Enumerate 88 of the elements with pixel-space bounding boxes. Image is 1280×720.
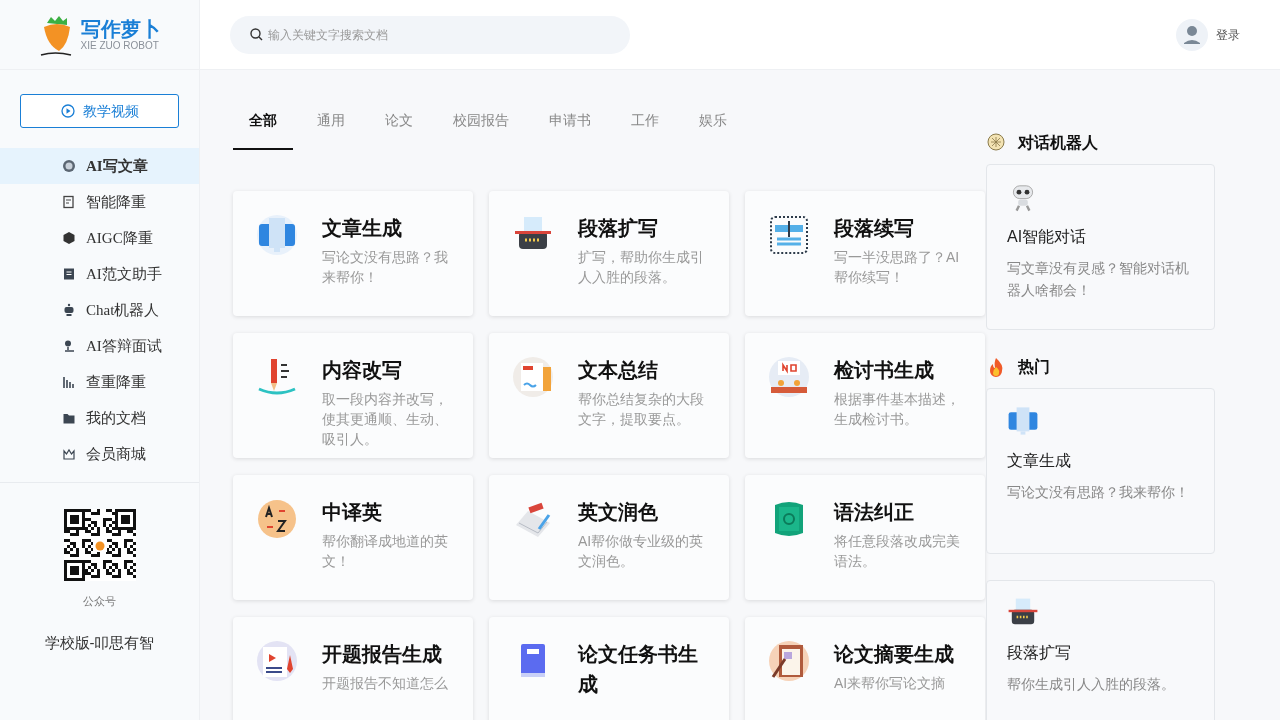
clipboard-icon xyxy=(769,641,809,681)
crown-icon xyxy=(62,447,76,461)
card-description: 扩写，帮助你生成引人入胜的段落。 xyxy=(578,248,705,287)
sidebar-item[interactable]: 我的文档 xyxy=(0,400,199,436)
card-description: 帮你总结复杂的大段文字，提取要点。 xyxy=(578,390,705,429)
section-heading: 对话机器人 xyxy=(1018,133,1098,153)
sidebar-item[interactable]: AI答辩面试 xyxy=(0,328,199,364)
card-title: 段落扩写 xyxy=(1007,643,1072,663)
qr-caption: 公众号 xyxy=(83,594,116,609)
card-description: 帮你翻译成地道的英文！ xyxy=(322,532,449,571)
category-tab[interactable]: 通用 xyxy=(301,102,361,150)
card-description: 取一段内容并改写，使其更通顺、生动、吸引人。 xyxy=(322,390,449,449)
card-description: AI来帮你写论文摘 xyxy=(834,674,947,693)
category-tab[interactable]: 论文 xyxy=(369,102,429,150)
card-description: 写论文没有思路？我来帮你！ xyxy=(1007,483,1190,502)
document-icon xyxy=(62,195,76,209)
card-title: 英文润色 xyxy=(578,500,659,525)
category-tab[interactable]: 全部 xyxy=(233,102,293,150)
bar-chart-icon xyxy=(62,375,76,389)
card-title: 文章生成 xyxy=(1007,451,1072,471)
card-description: 写论文没有思路？我来帮你！ xyxy=(322,248,449,287)
sidebar-item[interactable]: 智能降重 xyxy=(0,184,199,220)
card-description: 写一半没思路了？AI帮你续写！ xyxy=(834,248,961,287)
summary-doc-icon xyxy=(513,357,553,397)
tool-card[interactable]: 英文润色 AI帮你做专业级的英文润色。 xyxy=(489,475,729,600)
card-title: 段落扩写 xyxy=(578,216,659,241)
sidebar-item[interactable]: 查重降重 xyxy=(0,364,199,400)
category-tab[interactable]: 工作 xyxy=(615,102,675,150)
sidebar-item[interactable]: AI写文章 xyxy=(0,148,199,184)
tool-card[interactable]: 中译英 帮你翻译成地道的英文！ xyxy=(233,475,473,600)
feature-card[interactable]: 文章生成 写论文没有思路？我来帮你！ xyxy=(986,388,1215,554)
card-title: 段落续写 xyxy=(834,216,915,241)
card-title: 开题报告生成 xyxy=(322,642,443,667)
section-heading: 热门 xyxy=(1018,357,1050,377)
ai-badge-icon xyxy=(62,159,76,173)
tutorial-video-button[interactable]: 教学视频 xyxy=(20,94,179,128)
sidebar-item[interactable]: AIGC降重 xyxy=(0,220,199,256)
tool-card[interactable]: 论文任务书生成 xyxy=(489,617,729,720)
book-icon xyxy=(62,267,76,281)
ai-hexagon-icon xyxy=(62,231,76,245)
search-icon xyxy=(250,27,263,41)
tool-card[interactable]: 内容改写 取一段内容并改写，使其更通顺、生动、吸引人。 xyxy=(233,333,473,458)
card-description: 写文章没有灵感？智能对话机器人啥都会！ xyxy=(1007,259,1190,300)
category-tab[interactable]: 娱乐 xyxy=(683,102,743,150)
logo-title: 写作萝卜 xyxy=(80,17,161,40)
tool-card[interactable]: 开题报告生成 开题报告不知道怎么 xyxy=(233,617,473,720)
feature-card[interactable]: 段落扩写 帮你生成引人入胜的段落。 xyxy=(986,580,1215,720)
avatar-icon xyxy=(1176,18,1208,51)
tool-card[interactable]: 文本总结 帮你总结复杂的大段文字，提取要点。 xyxy=(489,333,729,458)
search-field[interactable]: 输入关键文字搜索文档 xyxy=(230,15,630,54)
sidebar-item[interactable]: 会员商城 xyxy=(0,436,199,472)
card-title: 论文任务书生成 xyxy=(578,642,699,697)
category-tab[interactable]: 校园报告 xyxy=(437,102,525,150)
logo-subtitle: XIE ZUO ROBOT xyxy=(80,39,160,52)
protest-sign-icon xyxy=(769,357,809,397)
card-title: 论文摘要生成 xyxy=(834,642,954,667)
letters-icon xyxy=(257,499,297,539)
play-icon xyxy=(60,104,75,118)
card-title: 检讨书生成 xyxy=(834,358,935,383)
tool-card[interactable]: 文章生成 写论文没有思路？我来帮你！ xyxy=(233,191,473,316)
monitor-icon xyxy=(257,215,297,255)
card-title: 内容改写 xyxy=(322,358,403,383)
tool-card[interactable]: 段落扩写 扩写，帮助你生成引人入胜的段落。 xyxy=(489,191,729,316)
card-title: 文本总结 xyxy=(578,358,659,383)
monitor-icon xyxy=(1007,405,1039,437)
folder-icon xyxy=(62,411,76,425)
card-description: 开题报告不知道怎么 xyxy=(322,674,448,693)
feature-card[interactable]: AI智能对话 写文章没有灵感？智能对话机器人啥都会！ xyxy=(986,164,1215,330)
card-description: 根据事件基本描述，生成检讨书。 xyxy=(834,390,961,429)
card-title: 文章生成 xyxy=(322,216,403,241)
sidebar-item[interactable]: AI范文助手 xyxy=(0,256,199,292)
robot-icon xyxy=(62,303,76,317)
card-title: 语法纠正 xyxy=(834,500,915,525)
card-description: AI帮你做专业级的英文润色。 xyxy=(578,532,705,571)
tool-card[interactable]: 论文摘要生成 AI来帮你写论文摘 xyxy=(745,617,985,720)
login-link[interactable]: 登录 xyxy=(1216,25,1240,44)
card-title: AI智能对话 xyxy=(1007,227,1088,247)
text-cursor-icon xyxy=(769,215,809,255)
sidebar-item[interactable]: Chat机器人 xyxy=(0,292,199,328)
pencil-icon xyxy=(257,357,297,397)
card-description: 将任意段落改成完美语法。 xyxy=(834,532,961,571)
school-version-label: 学校版-叩思有智 xyxy=(43,632,156,653)
tool-card[interactable]: 语法纠正 将任意段落改成完美语法。 xyxy=(745,475,985,600)
video-report-icon xyxy=(257,641,297,681)
card-title: 中译英 xyxy=(322,500,383,525)
card-description: 帮你生成引人入胜的段落。 xyxy=(1007,675,1176,694)
tool-card[interactable]: 段落续写 写一半没思路了？AI帮你续写！ xyxy=(745,191,985,316)
tool-card[interactable]: 检讨书生成 根据事件基本描述，生成检讨书。 xyxy=(745,333,985,458)
